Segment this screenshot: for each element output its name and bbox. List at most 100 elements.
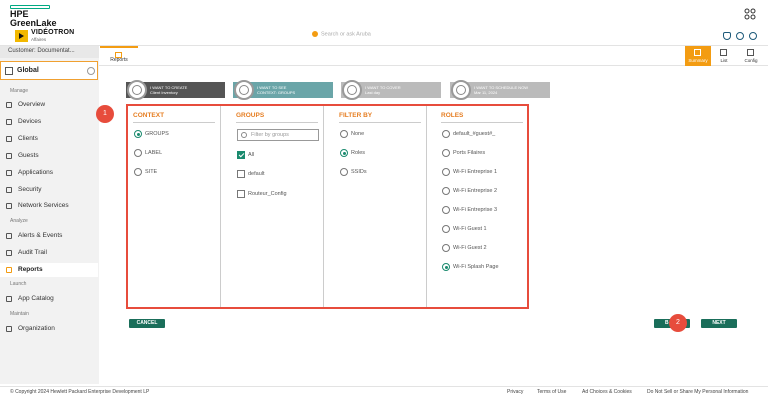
search-input[interactable]: Search or ask Aruba [312,31,462,42]
role-option-selected[interactable]: Wi-Fi Splash Page [442,263,499,271]
sidebar-item-guests[interactable]: Guests [0,149,98,163]
step-schedule[interactable]: I WANT TO SCHEDULE NOW Mar 11, 2024 [450,80,550,100]
sidebar-item-reports[interactable]: Reports [0,263,98,277]
user-icon[interactable] [749,32,757,40]
summary-icon [694,49,701,56]
filter-by-heading: FILTER BY [339,112,373,119]
radio-selected[interactable] [340,149,348,157]
option-label: Wi-Fi Splash Page [453,264,499,270]
context-option-label[interactable]: LABEL [134,149,162,157]
role-option[interactable]: Wi-Fi Entreprise 1 [442,168,498,176]
step-cover[interactable]: I WANT TO COVER Last day [341,80,441,100]
radio[interactable] [442,244,450,252]
sidebar-item-network-services[interactable]: Network Services [0,199,98,213]
sidebar-item-audit-trail[interactable]: Audit Trail [0,246,98,260]
tab-list[interactable]: List [711,46,737,66]
option-label: default_#guest#_ [453,131,496,137]
filter-by-column: FILTER BY None Roles SSIDs [331,106,427,307]
option-label: Wi-Fi Entreprise 3 [453,207,498,213]
filter-option-ssids[interactable]: SSIDs [340,168,367,176]
radio[interactable] [134,168,142,176]
clients-icon [6,136,12,142]
sidebar-item-label: Network Services [18,202,69,209]
step-question-icon [342,80,362,100]
sidebar-item-devices[interactable]: Devices [0,115,98,129]
filter-option-none[interactable]: None [340,130,364,138]
groups-filter-input[interactable]: Filter by groups [237,129,319,141]
group-option-routeur-config[interactable]: Routeur_Config [237,190,287,198]
context-option-site[interactable]: SITE [134,168,157,176]
role-option[interactable]: Wi-Fi Guest 1 [442,225,487,233]
section-maintain: Maintain [10,311,29,317]
next-button[interactable]: NEXT [701,319,737,328]
tab-summary[interactable]: Summary [685,46,711,66]
sidebar-item-app-catalog[interactable]: App Catalog [0,292,98,306]
copyright-text: © Copyright 2024 Hewlett Packard Enterpr… [10,389,150,395]
tab-config[interactable]: Config [738,46,764,66]
option-label: Wi-Fi Guest 2 [453,245,487,251]
group-option-all[interactable]: All [237,151,254,159]
app-bar: VIDÉOTRON Affaires Search or ask Aruba [0,28,768,46]
filter-option-roles[interactable]: Roles [340,149,365,157]
cancel-button[interactable]: CANCEL [129,319,165,328]
sidebar-item-organization[interactable]: Organization [0,322,98,336]
step-create[interactable]: I WANT TO CREATE Client Inventory [126,80,225,100]
sidebar-item-label: App Catalog [18,295,54,302]
checkbox[interactable] [237,190,245,198]
role-option[interactable]: Wi-Fi Guest 2 [442,244,487,252]
sidebar-item-overview[interactable]: Overview [0,98,98,112]
radio[interactable] [442,225,450,233]
sidebar-item-applications[interactable]: Applications [0,166,98,180]
tab-reports[interactable]: Reports [100,46,138,66]
radio[interactable] [134,149,142,157]
tab-summary-label: Summary [688,58,708,63]
sidebar-item-clients[interactable]: Clients [0,132,98,146]
context-option-groups[interactable]: GROUPS [134,130,169,138]
filter-circle-icon[interactable] [87,67,95,75]
radio[interactable] [442,187,450,195]
radio[interactable] [340,168,348,176]
sidebar-item-alerts-events[interactable]: Alerts & Events [0,229,98,243]
donotsell-link[interactable]: Do Not Sell or Share My Personal Informa… [647,389,748,395]
radio-selected[interactable] [442,263,450,271]
config-gear-icon [747,49,754,56]
sidebar-item-label: Security [18,186,42,193]
list-icon [720,49,727,56]
divider [339,122,421,123]
option-label: Wi-Fi Entreprise 1 [453,169,498,175]
role-option[interactable]: Wi-Fi Entreprise 3 [442,206,498,214]
customer-selector[interactable]: Customer: Documentat... [0,46,99,58]
role-option[interactable]: default_#guest#_ [442,130,496,138]
step-see[interactable]: I WANT TO SEE CONTEXT: GROUPS [233,80,333,100]
privacy-link[interactable]: Privacy [507,389,523,395]
apps-grid-icon[interactable] [744,8,756,20]
videotron-logo-icon [15,30,28,42]
radio[interactable] [442,130,450,138]
checkbox-checked[interactable] [237,151,245,159]
radio[interactable] [442,206,450,214]
notification-bell-icon[interactable] [723,32,731,40]
sidebar-item-security[interactable]: Security [0,183,98,197]
role-option[interactable]: Ports Filaires [442,149,485,157]
divider [236,122,318,123]
search-icon [241,132,247,138]
radio[interactable] [340,130,348,138]
global-selector[interactable]: Global [0,61,98,80]
hpe-greenlake-logo[interactable]: HPE GreenLake [10,5,57,28]
adchoices-link[interactable]: Ad Choices & Cookies [582,389,632,395]
help-icon[interactable] [736,32,744,40]
annotation-badge-2: 2 [669,314,687,332]
radio[interactable] [442,149,450,157]
radio-selected[interactable] [134,130,142,138]
step-question-icon [451,80,471,100]
sidebar-item-label: Overview [18,101,46,108]
checkbox[interactable] [237,170,245,178]
terms-link[interactable]: Terms of Use [537,389,566,395]
option-label: SSIDs [351,169,367,175]
role-option[interactable]: Wi-Fi Entreprise 2 [442,187,497,195]
home-icon [5,67,13,75]
search-icon [312,31,318,37]
radio[interactable] [442,168,450,176]
group-option-default[interactable]: default [237,170,265,178]
sidebar: Customer: Documentat... Global Manage Ov… [0,46,99,384]
